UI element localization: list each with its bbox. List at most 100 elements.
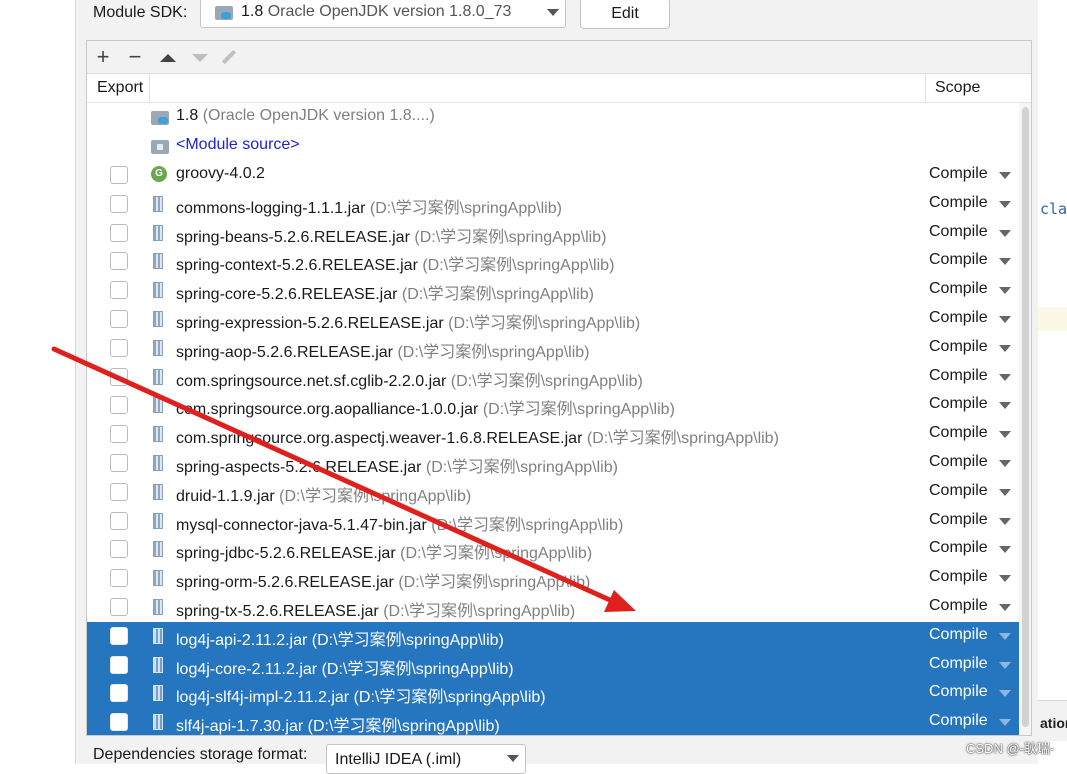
scope-select[interactable]: Compile xyxy=(929,683,988,701)
add-icon[interactable]: + xyxy=(91,45,115,69)
scope-select[interactable]: Compile xyxy=(929,395,988,413)
chevron-down-icon[interactable] xyxy=(999,488,1011,496)
export-checkbox[interactable] xyxy=(110,626,128,645)
scope-select[interactable]: Compile xyxy=(929,511,988,529)
chevron-down-icon[interactable] xyxy=(999,229,1011,237)
table-row[interactable]: com.springsource.org.aspectj.weaver-1.6.… xyxy=(87,420,1019,449)
export-checkbox[interactable] xyxy=(110,166,128,184)
chevron-down-icon[interactable] xyxy=(999,661,1011,669)
table-row[interactable]: Ggroovy-4.0.2 Compile xyxy=(87,161,1019,190)
table-row[interactable]: spring-beans-5.2.6.RELEASE.jar (D:\学习案例\… xyxy=(87,219,1019,248)
chevron-down-icon[interactable] xyxy=(999,373,1011,381)
chevron-down-icon[interactable] xyxy=(999,316,1011,323)
storage-format-select[interactable]: IntelliJ IDEA (.iml) xyxy=(326,744,526,774)
scope-select[interactable]: Compile xyxy=(929,597,988,615)
chevron-down-icon[interactable] xyxy=(999,690,1011,698)
chevron-down-icon[interactable] xyxy=(999,546,1011,554)
table-row[interactable]: spring-expression-5.2.6.RELEASE.jar (D:\… xyxy=(87,305,1019,334)
chevron-down-icon[interactable] xyxy=(999,517,1011,525)
library-file: log4j-core-2.11.2.jar xyxy=(176,660,318,678)
scope-select[interactable]: Compile xyxy=(929,165,988,183)
edit-sdk-button[interactable]: Edit xyxy=(580,0,670,29)
library-name: log4j-api-2.11.2.jar (D:\学习案例\springApp\… xyxy=(176,626,504,650)
chevron-down-icon[interactable] xyxy=(999,258,1011,266)
library-name: spring-core-5.2.6.RELEASE.jar (D:\学习案例\s… xyxy=(176,280,594,304)
chevron-down-icon[interactable] xyxy=(999,172,1011,179)
table-row[interactable]: mysql-connector-java-5.1.47-bin.jar (D:\… xyxy=(87,507,1019,536)
table-row[interactable]: com.springsource.net.sf.cglib-2.2.0.jar … xyxy=(87,363,1019,392)
table-row[interactable]: spring-orm-5.2.6.RELEASE.jar (D:\学习案例\sp… xyxy=(87,564,1019,593)
scope-select[interactable]: Compile xyxy=(929,482,988,500)
table-row[interactable]: spring-jdbc-5.2.6.RELEASE.jar (D:\学习案例\s… xyxy=(87,535,1019,564)
chevron-down-icon[interactable] xyxy=(999,344,1011,352)
scope-select[interactable]: Compile xyxy=(929,712,988,730)
export-checkbox[interactable] xyxy=(110,684,128,703)
scope-select[interactable]: Compile xyxy=(929,453,988,471)
chevron-down-icon[interactable] xyxy=(999,604,1011,611)
export-checkbox[interactable] xyxy=(110,598,128,616)
table-row[interactable]: log4j-slf4j-impl-2.11.2.jar (D:\学习案例\spr… xyxy=(87,679,1019,709)
table-row[interactable]: com.springsource.org.aopalliance-1.0.0.j… xyxy=(87,391,1019,420)
table-row[interactable]: log4j-core-2.11.2.jar (D:\学习案例\springApp… xyxy=(87,650,1019,680)
library-file: spring-jdbc-5.2.6.RELEASE.jar xyxy=(176,545,396,563)
export-checkbox[interactable] xyxy=(110,367,128,386)
column-header-export[interactable]: Export xyxy=(97,79,143,97)
table-row[interactable]: commons-logging-1.1.1.jar (D:\学习案例\sprin… xyxy=(87,190,1019,219)
export-checkbox[interactable] xyxy=(110,425,128,444)
table-row[interactable]: druid-1.1.9.jar (D:\学习案例\springApp\lib) C… xyxy=(87,478,1019,507)
export-checkbox[interactable] xyxy=(110,569,128,588)
table-row[interactable]: spring-aop-5.2.6.RELEASE.jar (D:\学习案例\sp… xyxy=(87,334,1019,363)
scope-select[interactable]: Compile xyxy=(929,280,988,298)
export-checkbox[interactable] xyxy=(110,310,128,328)
scrollbar-thumb[interactable] xyxy=(1022,107,1029,727)
scope-select[interactable]: Compile xyxy=(929,568,988,586)
move-up-icon[interactable] xyxy=(160,54,176,62)
sdk-row[interactable]: 1.8 (Oracle OpenJDK version 1.8....) xyxy=(87,103,1019,132)
chevron-down-icon[interactable] xyxy=(999,287,1011,295)
export-checkbox[interactable] xyxy=(110,223,128,242)
chevron-down-icon[interactable] xyxy=(999,402,1011,410)
library-file: groovy-4.0.2 xyxy=(176,165,265,182)
export-checkbox[interactable] xyxy=(110,396,128,415)
scope-select[interactable]: Compile xyxy=(929,338,988,356)
export-checkbox[interactable] xyxy=(110,511,128,530)
scope-select[interactable]: Compile xyxy=(929,367,988,385)
module-source-row[interactable]: <Module source> xyxy=(87,132,1019,161)
chevron-down-icon[interactable] xyxy=(999,575,1011,583)
remove-icon[interactable]: − xyxy=(123,45,147,69)
column-header-scope[interactable]: Scope xyxy=(935,79,980,97)
module-sdk-select[interactable]: 1.8 Oracle OpenJDK version 1.8.0_73 xyxy=(200,0,566,28)
export-checkbox[interactable] xyxy=(110,540,128,559)
export-checkbox[interactable] xyxy=(110,655,128,674)
chevron-down-icon[interactable] xyxy=(999,431,1011,439)
table-row[interactable]: log4j-api-2.11.2.jar (D:\学习案例\springApp\… xyxy=(87,621,1019,651)
scope-select[interactable]: Compile xyxy=(929,626,988,644)
table-row[interactable]: spring-core-5.2.6.RELEASE.jar (D:\学习案例\s… xyxy=(87,276,1019,305)
export-checkbox[interactable] xyxy=(110,252,128,271)
export-checkbox[interactable] xyxy=(110,713,128,732)
export-checkbox[interactable] xyxy=(110,281,128,300)
scope-select[interactable]: Compile xyxy=(929,655,988,673)
table-row[interactable]: spring-aspects-5.2.6.RELEASE.jar (D:\学习案… xyxy=(87,449,1019,478)
table-row[interactable]: spring-context-5.2.6.RELEASE.jar (D:\学习案… xyxy=(87,247,1019,276)
table-row[interactable]: slf4j-api-1.7.30.jar (D:\学习案例\springApp\… xyxy=(87,708,1019,735)
export-checkbox[interactable] xyxy=(110,482,128,501)
vertical-scrollbar[interactable] xyxy=(1019,103,1031,735)
export-checkbox[interactable] xyxy=(110,194,128,213)
chevron-down-icon[interactable] xyxy=(999,632,1011,640)
table-row[interactable]: spring-tx-5.2.6.RELEASE.jar (D:\学习案例\spr… xyxy=(87,593,1019,622)
scope-select[interactable]: Compile xyxy=(929,251,988,269)
scope-select[interactable]: Compile xyxy=(929,223,988,241)
scope-select[interactable]: Compile xyxy=(929,539,988,557)
panel-fragment: ation xyxy=(1040,715,1067,731)
library-file: druid-1.1.9.jar xyxy=(176,487,275,505)
scope-select[interactable]: Compile xyxy=(929,309,988,327)
chevron-down-icon[interactable] xyxy=(999,460,1011,467)
scope-select[interactable]: Compile xyxy=(929,194,988,212)
chevron-down-icon[interactable] xyxy=(999,200,1011,208)
export-checkbox[interactable] xyxy=(110,454,128,472)
library-file: spring-aop-5.2.6.RELEASE.jar xyxy=(176,343,393,361)
export-checkbox[interactable] xyxy=(110,338,128,357)
chevron-down-icon[interactable] xyxy=(999,719,1011,727)
scope-select[interactable]: Compile xyxy=(929,424,988,442)
